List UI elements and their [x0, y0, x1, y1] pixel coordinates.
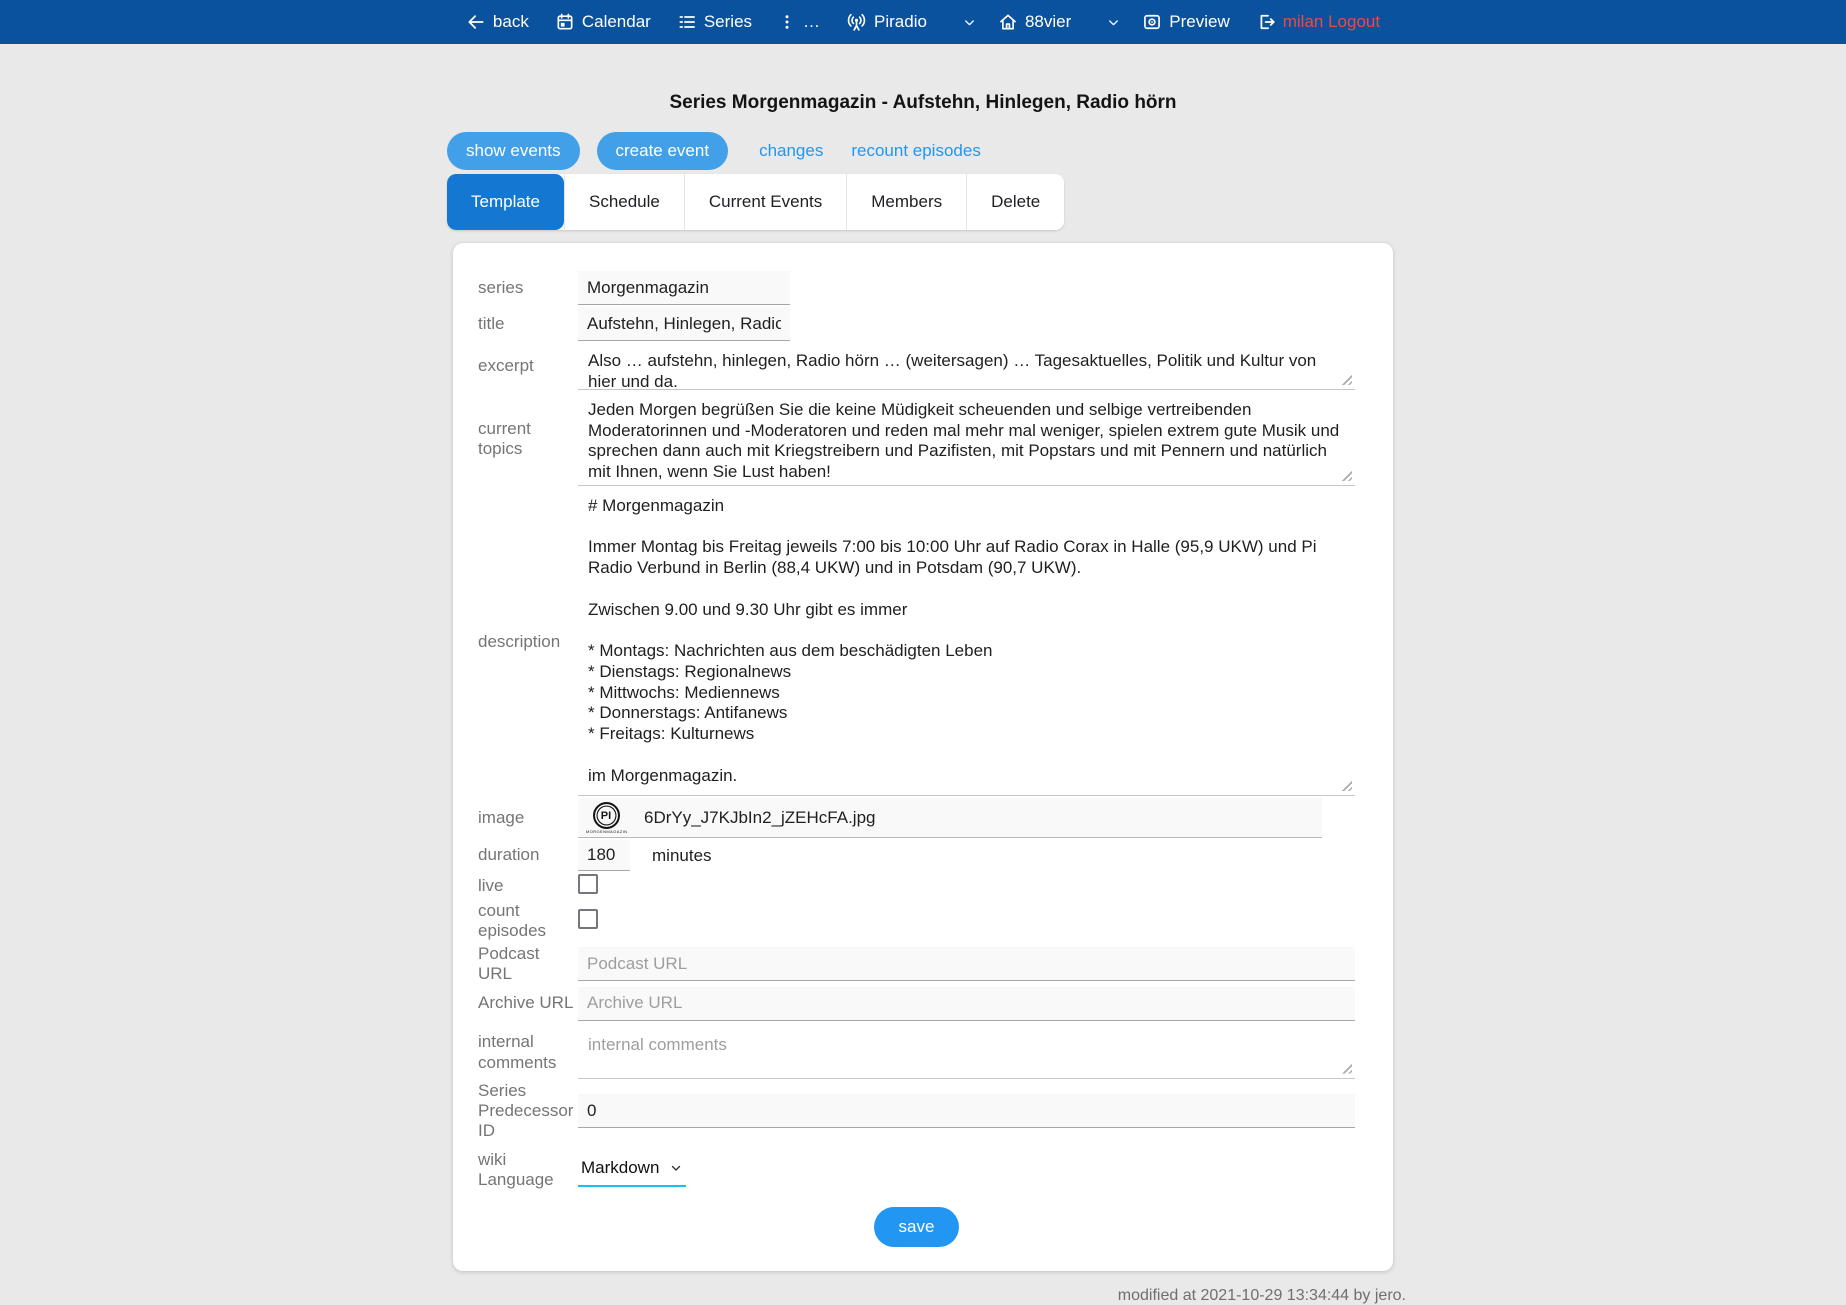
form-row-wiki-language: wiki Language Markdown [478, 1150, 1355, 1191]
nav-more-label: … [803, 12, 820, 32]
description-textarea[interactable]: # Morgenmagazin Immer Montag bis Freitag… [578, 488, 1355, 796]
current-topics-field-label: current topics [478, 419, 578, 460]
preview-icon [1142, 12, 1162, 32]
archive-url-input[interactable] [578, 987, 1355, 1021]
series-tab-bar: Template Schedule Current Events Members… [447, 174, 1064, 230]
form-row-live: live [478, 874, 1355, 899]
form-row-internal-comments: internal comments [478, 1027, 1355, 1079]
list-icon [677, 12, 697, 32]
form-row-duration: duration minutes [478, 840, 1355, 871]
nav-more-menu[interactable]: … [778, 12, 820, 32]
excerpt-textarea[interactable]: Also … aufstehn, hinlegen, Radio hörn … … [578, 343, 1355, 390]
nav-preview[interactable]: Preview [1142, 12, 1229, 32]
archive-url-field-label: Archive URL [478, 993, 578, 1013]
nav-station-label: 88vier [1025, 12, 1071, 32]
count-episodes-checkbox[interactable] [578, 909, 598, 929]
series-field-label: series [478, 278, 578, 298]
page-title: Series Morgenmagazin - Aufstehn, Hinlege… [0, 92, 1846, 114]
tab-delete[interactable]: Delete [966, 174, 1064, 230]
form-row-series: series [478, 271, 1355, 305]
wiki-language-field-label: wiki Language [478, 1150, 578, 1191]
duration-field-label: duration [478, 845, 578, 865]
nav-logout-label: milan Logout [1283, 12, 1380, 32]
form-row-podcast-url: Podcast URL [478, 944, 1355, 985]
form-row-excerpt: excerpt Also … aufstehn, hinlegen, Radio… [478, 343, 1355, 390]
modified-status-text: modified at 2021-10-29 13:34:44 by jero. [440, 1287, 1406, 1305]
template-form-card: series title excerpt Also … aufstehn, hi… [453, 243, 1393, 1271]
form-row-count-episodes: count episodes [478, 901, 1355, 942]
save-button[interactable]: save [874, 1207, 960, 1247]
nav-station-88vier[interactable]: 88vier [998, 12, 1071, 32]
title-field-label: title [478, 314, 578, 334]
nav-series-label: Series [704, 12, 752, 32]
series-input[interactable] [578, 271, 790, 305]
wiki-language-selected-value: Markdown [581, 1158, 659, 1178]
arrow-left-icon [466, 12, 486, 32]
tab-members[interactable]: Members [846, 174, 966, 230]
series-actions-row: show events create event changes recount… [447, 132, 1399, 170]
duration-unit-label: minutes [652, 846, 712, 866]
tab-template[interactable]: Template [447, 174, 564, 230]
series-predecessor-id-field-label: Series Predecessor ID [478, 1081, 578, 1142]
form-row-image: image PI MORGENMAGAZIN 6DrYy_J7KJbIn2_jZ… [478, 798, 1355, 838]
changes-link[interactable]: changes [759, 141, 823, 161]
nav-calendar[interactable]: Calendar [555, 12, 651, 32]
series-predecessor-id-input[interactable] [578, 1094, 1355, 1128]
more-vertical-icon [778, 12, 796, 32]
nav-preview-label: Preview [1169, 12, 1229, 32]
podcast-url-input[interactable] [578, 947, 1355, 981]
logout-icon [1256, 12, 1276, 32]
pi-radio-logo: PI [593, 802, 620, 829]
nav-back-label: back [493, 12, 529, 32]
image-filename: 6DrYy_J7KJbIn2_jZEHcFA.jpg [644, 808, 876, 828]
title-input[interactable] [578, 307, 790, 341]
description-field-label: description [478, 632, 578, 652]
form-row-title: title [478, 307, 1355, 341]
tab-current-events[interactable]: Current Events [684, 174, 846, 230]
top-navigation-bar: back Calendar Series … Piradio 88vier [0, 0, 1846, 44]
wiki-language-select[interactable]: Markdown [578, 1154, 686, 1187]
nav-calendar-label: Calendar [582, 12, 651, 32]
tab-schedule[interactable]: Schedule [564, 174, 684, 230]
recount-episodes-link[interactable]: recount episodes [851, 141, 980, 161]
piradio-dropdown-chevron-icon[interactable] [962, 15, 977, 30]
internal-comments-field-label: internal comments [478, 1032, 578, 1073]
live-checkbox[interactable] [578, 874, 598, 894]
nav-piradio[interactable]: Piradio [846, 12, 927, 33]
nav-back[interactable]: back [466, 12, 529, 32]
podcast-url-field-label: Podcast URL [478, 944, 578, 985]
station-dropdown-chevron-icon[interactable] [1106, 15, 1121, 30]
nav-logout[interactable]: milan Logout [1256, 12, 1380, 32]
internal-comments-textarea[interactable] [578, 1027, 1355, 1079]
duration-input[interactable] [578, 840, 630, 871]
excerpt-field-label: excerpt [478, 356, 578, 376]
count-episodes-field-label: count episodes [478, 901, 578, 942]
show-events-button[interactable]: show events [447, 132, 580, 170]
image-upload-field[interactable]: PI MORGENMAGAZIN 6DrYy_J7KJbIn2_jZEHcFA.… [578, 798, 1322, 838]
chevron-down-icon [669, 1161, 683, 1175]
nav-piradio-label: Piradio [874, 12, 927, 32]
nav-series[interactable]: Series [677, 12, 752, 32]
current-topics-textarea[interactable]: Jeden Morgen begrüßen Sie die keine Müdi… [578, 392, 1355, 486]
calendar-icon [555, 12, 575, 32]
form-row-series-predecessor-id: Series Predecessor ID [478, 1081, 1355, 1142]
image-field-label: image [478, 808, 578, 828]
form-row-current-topics: current topics Jeden Morgen begrüßen Sie… [478, 392, 1355, 486]
antenna-icon [846, 12, 867, 33]
create-event-button[interactable]: create event [597, 132, 729, 170]
form-row-description: description # Morgenmagazin Immer Montag… [478, 488, 1355, 796]
series-image-thumbnail: PI MORGENMAGAZIN [586, 802, 626, 834]
form-row-archive-url: Archive URL [478, 987, 1355, 1021]
live-field-label: live [478, 876, 578, 896]
home-icon [998, 12, 1018, 32]
